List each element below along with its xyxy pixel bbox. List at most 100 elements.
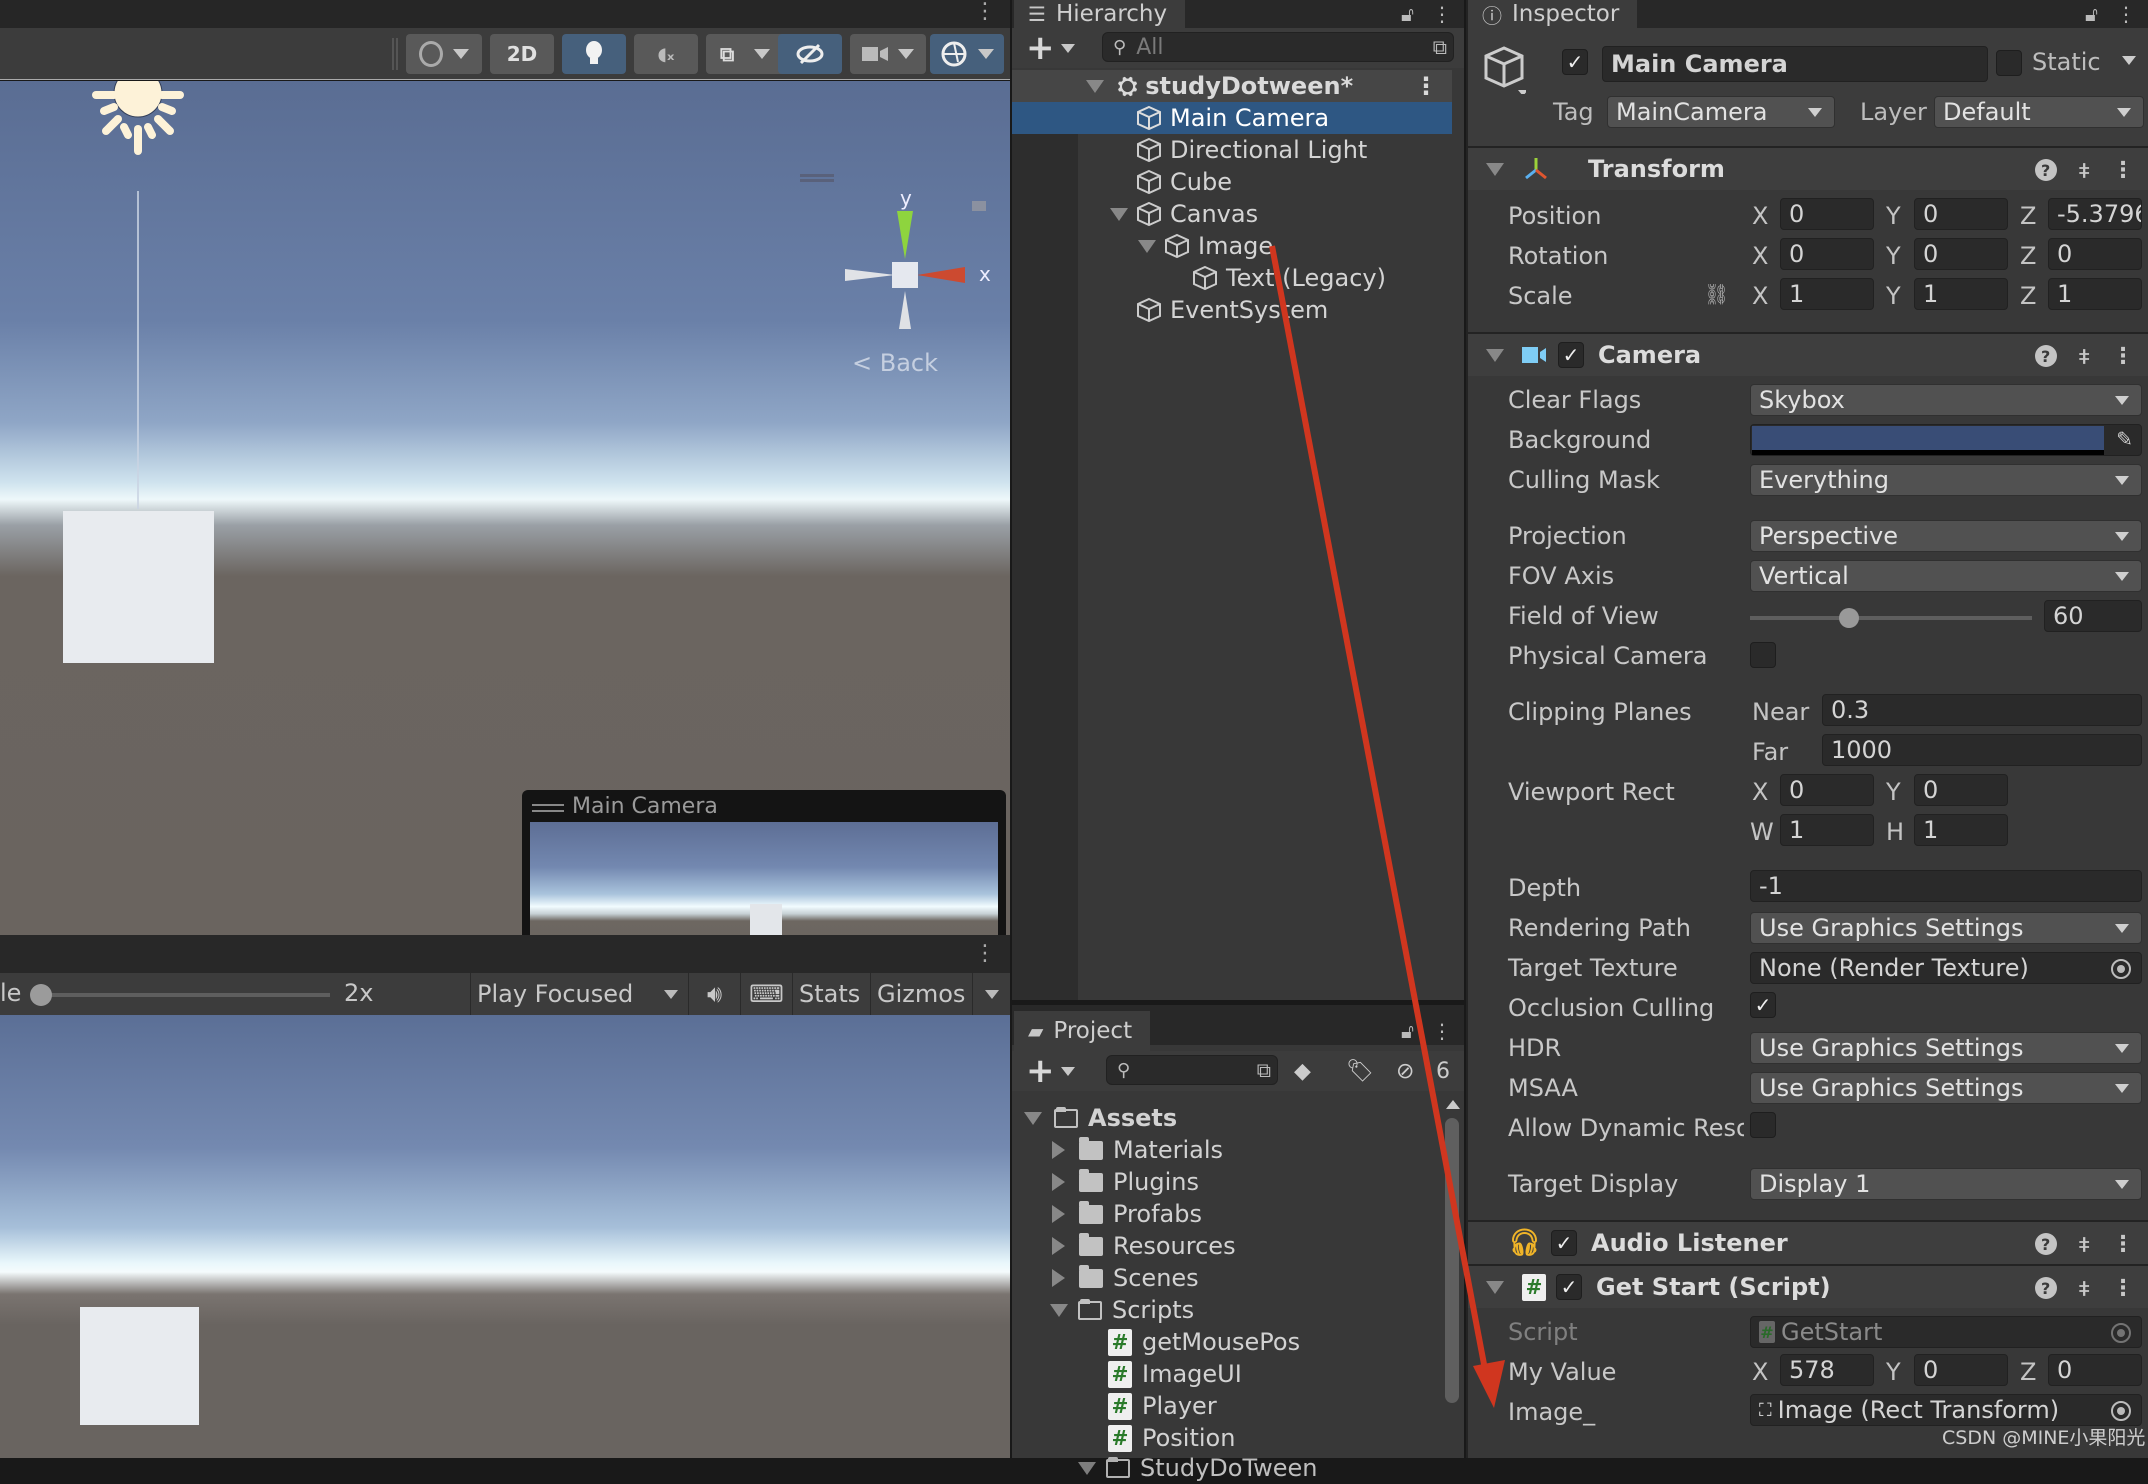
- camera-component-header[interactable]: ✓ Camera ? ⧧ ⋮: [1468, 332, 2148, 376]
- scene-row[interactable]: ⛭ studyDotween* ⋮: [1012, 70, 1452, 102]
- gizmos-button[interactable]: Gizmos: [870, 973, 972, 1015]
- game-viewport[interactable]: [0, 1015, 1010, 1458]
- expand-arrow-icon[interactable]: [1024, 1111, 1042, 1125]
- more-options-icon[interactable]: ⋮: [2112, 344, 2134, 369]
- static-dropdown-icon[interactable]: [2122, 56, 2136, 65]
- eyedropper-icon[interactable]: ✎: [2116, 427, 2133, 451]
- my-value-x-field[interactable]: 578: [1780, 1354, 1874, 1386]
- folder-item[interactable]: Profabs: [1052, 1198, 1202, 1230]
- help-icon[interactable]: ?: [2034, 1233, 2057, 1255]
- more-options-icon[interactable]: ⋮: [1432, 1019, 1452, 1043]
- tag-dropdown[interactable]: MainCamera: [1607, 96, 1835, 128]
- chevron-down-icon[interactable]: [1060, 43, 1075, 53]
- orientation-gizmo[interactable]: y x: [835, 181, 995, 331]
- rendering-path-dropdown[interactable]: Use Graphics Settings: [1750, 912, 2142, 944]
- audio-listener-component-header[interactable]: 🎧︎ ✓ Audio Listener ? ⧧ ⋮: [1468, 1220, 2148, 1264]
- filter-by-label-icon[interactable]: 🏷︎: [1346, 1059, 1374, 1084]
- presets-icon[interactable]: ⧧: [2079, 1232, 2090, 1257]
- position-y-field[interactable]: 0: [1914, 198, 2008, 230]
- far-field[interactable]: 1000: [1822, 734, 2142, 766]
- rotation-x-field[interactable]: 0: [1780, 238, 1874, 270]
- scale-slider-handle[interactable]: [30, 984, 52, 1006]
- viewport-h-field[interactable]: 1: [1914, 814, 2008, 846]
- create-button[interactable]: +: [1026, 31, 1055, 65]
- component-enabled-checkbox[interactable]: ✓: [1551, 1230, 1578, 1256]
- fov-slider-track[interactable]: [1750, 616, 2032, 620]
- directional-light-sun-icon[interactable]: [78, 81, 198, 203]
- get-start-component-header[interactable]: # ✓ Get Start (Script) ? ⧧ ⋮: [1468, 1264, 2148, 1308]
- culling-mask-dropdown[interactable]: Everything: [1750, 464, 2142, 496]
- toolbar-grip[interactable]: [392, 38, 398, 70]
- view-direction-label[interactable]: < Back: [852, 349, 938, 377]
- clear-flags-dropdown[interactable]: Skybox: [1750, 384, 2142, 416]
- my-value-z-field[interactable]: 0: [2048, 1354, 2142, 1386]
- help-icon[interactable]: ?: [2034, 345, 2057, 367]
- camera-settings-button[interactable]: [850, 34, 926, 74]
- scale-x-field[interactable]: 1: [1780, 278, 1874, 310]
- expand-arrow-icon[interactable]: [1052, 1141, 1065, 1159]
- hdr-dropdown[interactable]: Use Graphics Settings: [1750, 1032, 2142, 1064]
- position-z-field[interactable]: -5.3796: [2048, 198, 2142, 230]
- mute-audio-button[interactable]: 🔊︎: [688, 973, 740, 1015]
- gizmos-dropdown[interactable]: [972, 973, 1010, 1015]
- script-item[interactable]: # Position: [1108, 1422, 1235, 1454]
- hierarchy-item[interactable]: Directional Light: [1012, 134, 1452, 166]
- hierarchy-search-input[interactable]: ⚲ All ⧉: [1102, 32, 1454, 62]
- more-options-icon[interactable]: ⋮: [2116, 2, 2136, 26]
- fov-field[interactable]: 60: [2044, 600, 2142, 632]
- shortcuts-button[interactable]: ⌨: [740, 973, 792, 1015]
- tab-project[interactable]: ▰ Project: [1014, 1011, 1151, 1051]
- scale-slider-track[interactable]: [40, 993, 330, 997]
- more-options-icon[interactable]: ⋮: [1432, 2, 1452, 26]
- target-texture-field[interactable]: None (Render Texture): [1750, 952, 2142, 984]
- presets-icon[interactable]: ⧧: [2079, 344, 2090, 369]
- gizmos-button[interactable]: [930, 34, 1004, 74]
- more-options-icon[interactable]: ⋮: [974, 941, 996, 966]
- collapse-arrow-icon[interactable]: [1486, 1280, 1504, 1294]
- active-checkbox[interactable]: ✓: [1562, 49, 1588, 75]
- scrollbar-thumb[interactable]: [1445, 1118, 1459, 1403]
- folder-item[interactable]: StudyDoTween: [1078, 1452, 1318, 1484]
- shading-mode-button[interactable]: [406, 34, 482, 74]
- fov-axis-dropdown[interactable]: Vertical: [1750, 560, 2142, 592]
- expand-arrow-icon[interactable]: [1052, 1269, 1065, 1287]
- hierarchy-item[interactable]: Main Camera: [1012, 102, 1452, 134]
- hierarchy-item[interactable]: Cube: [1012, 166, 1452, 198]
- component-enabled-checkbox[interactable]: ✓: [1556, 1274, 1582, 1300]
- transform-component-header[interactable]: Transform ? ⧧ ⋮: [1468, 146, 2148, 190]
- chevron-down-icon[interactable]: [1060, 1066, 1075, 1076]
- folder-item[interactable]: Resources: [1052, 1230, 1236, 1262]
- folder-item[interactable]: Scripts: [1050, 1294, 1194, 1326]
- filter-by-type-icon[interactable]: ◆: [1294, 1059, 1311, 1084]
- play-mode-dropdown[interactable]: Play Focused: [470, 973, 688, 1015]
- expand-arrow-icon[interactable]: [1052, 1237, 1065, 1255]
- script-item[interactable]: # Player: [1108, 1390, 1217, 1422]
- target-display-dropdown[interactable]: Display 1: [1750, 1168, 2142, 1200]
- help-icon[interactable]: ?: [2034, 159, 2057, 181]
- physical-camera-checkbox[interactable]: [1750, 642, 1776, 668]
- lock-icon[interactable]: 🔓︎: [1401, 2, 1414, 26]
- rotation-y-field[interactable]: 0: [1914, 238, 2008, 270]
- camera-preview-overlay[interactable]: Main Camera: [522, 790, 1006, 935]
- presets-icon[interactable]: ⧧: [2079, 1276, 2090, 1301]
- folder-assets[interactable]: Assets: [1024, 1102, 1177, 1134]
- projection-dropdown[interactable]: Perspective: [1750, 520, 2142, 552]
- project-search-input[interactable]: ⚲ ⧉: [1106, 1055, 1278, 1085]
- expand-arrow-icon[interactable]: [1052, 1173, 1065, 1191]
- dynamic-resolution-checkbox[interactable]: [1750, 1112, 1776, 1138]
- create-button[interactable]: +: [1026, 1054, 1055, 1088]
- lighting-toggle[interactable]: [562, 34, 626, 74]
- tab-inspector[interactable]: ⓘ Inspector: [1468, 0, 1638, 28]
- rotation-z-field[interactable]: 0: [2048, 238, 2142, 270]
- msaa-dropdown[interactable]: Use Graphics Settings: [1750, 1072, 2142, 1104]
- expand-arrow-icon[interactable]: [1086, 79, 1104, 93]
- collapse-arrow-icon[interactable]: [1486, 162, 1504, 176]
- fov-slider-handle[interactable]: [1838, 608, 1859, 628]
- hierarchy-item[interactable]: Canvas: [1012, 198, 1452, 230]
- search-in-scene-icon[interactable]: ⧉: [1257, 1058, 1271, 1082]
- overlay-drag-handle[interactable]: [532, 804, 564, 812]
- script-item[interactable]: # getMousePos: [1108, 1326, 1300, 1358]
- audio-toggle[interactable]: ◖ₓ: [634, 34, 698, 74]
- hidden-objects-toggle[interactable]: [778, 34, 842, 74]
- scene-viewport[interactable]: y x < Back Main Camera: [0, 81, 1010, 935]
